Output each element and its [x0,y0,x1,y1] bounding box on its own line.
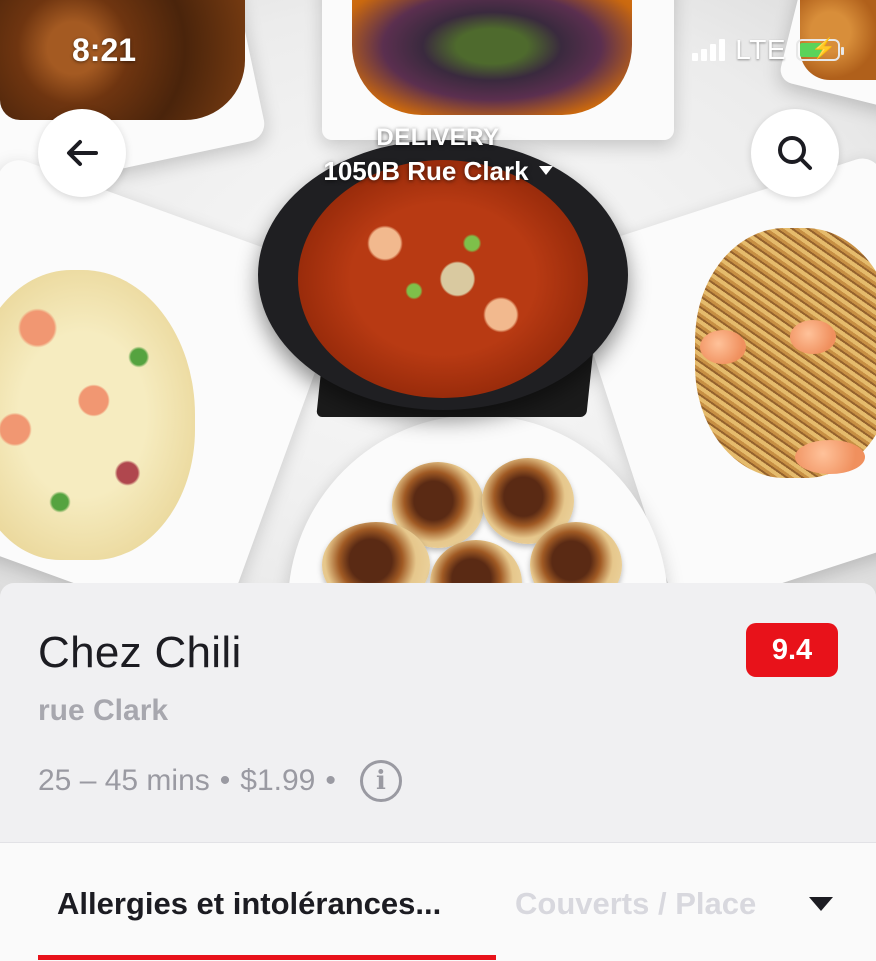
separator: • [325,764,336,797]
info-icon[interactable]: i [359,760,402,802]
signal-icon [692,39,726,61]
tab-allergies[interactable]: Allergies et intolérances... [57,886,441,922]
status-indicators: LTE ⚡ [692,34,844,66]
tabs-dropdown-button[interactable] [801,886,841,922]
caret-down-icon [809,897,833,911]
delivery-meta: 25 – 45 mins • $1.99 • i [38,760,402,802]
address-text: 1050B Rue Clark [323,156,529,186]
delivery-fee: $1.99 [240,764,316,797]
shrimp [790,320,836,354]
caret-down-icon [538,165,553,175]
rating-badge: 9.4 [746,623,838,677]
network-type: LTE [735,34,786,65]
charging-icon: ⚡ [811,38,836,60]
delivery-mode-label: DELIVERY [376,124,500,151]
address-selector[interactable]: 1050B Rue Clark [0,156,876,187]
tab-couverts[interactable]: Couverts / Place [515,886,758,922]
active-tab-indicator [38,955,496,960]
mapo-tofu-dish [298,160,588,398]
shrimp [700,330,746,364]
food-dish [352,0,632,115]
battery-icon: ⚡ [796,38,844,61]
shrimp [795,440,865,474]
hero-food-photo [0,0,876,600]
restaurant-location: rue Clark [38,694,169,727]
eta-text: 25 – 45 mins [38,764,210,797]
restaurant-name: Chez Chili [38,628,242,677]
separator: • [219,764,231,797]
status-time: 8:21 [72,32,137,68]
